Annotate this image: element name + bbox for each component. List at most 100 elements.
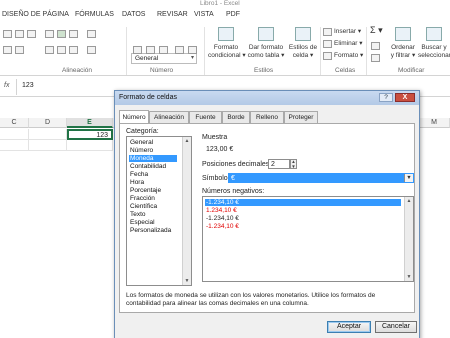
category-item[interactable]: Especial [129, 219, 177, 226]
negative-item[interactable]: -1.234,10 € [205, 215, 401, 222]
number-format-select[interactable]: General ▾ [131, 53, 197, 64]
sort-filter-button[interactable]: Ordenar y filtrar ▾ [388, 27, 418, 60]
insert-button[interactable]: Insertar ▾ [334, 28, 361, 36]
align-middle-icon[interactable] [15, 30, 24, 38]
close-button[interactable]: X [395, 93, 415, 102]
tab-fuente[interactable]: Fuente [189, 111, 222, 123]
category-item[interactable]: Fracción [129, 195, 177, 202]
dialog-titlebar[interactable]: Formato de celdas ? X [115, 91, 419, 105]
cell-e2[interactable] [67, 140, 113, 151]
dialog-title: Formato de celdas [119, 94, 177, 101]
category-item[interactable]: Hora [129, 179, 177, 186]
negative-numbers-list[interactable]: -1.234,10 € 1.234,10 € -1.234,10 € -1.23… [202, 196, 414, 282]
find-select-button[interactable]: Buscar y seleccionar [418, 27, 450, 60]
scroll-down-icon[interactable]: ▼ [183, 277, 191, 285]
negative-scrollbar[interactable]: ▲ ▼ [404, 197, 413, 281]
conditional-format-label-1: Formato [213, 44, 239, 51]
decrease-decimal-icon[interactable] [188, 46, 197, 54]
align-top-icon[interactable] [45, 30, 54, 38]
category-item[interactable]: Fecha [129, 171, 177, 178]
cell-c2[interactable] [0, 140, 29, 151]
formula-input[interactable]: 123 [22, 82, 34, 89]
category-item[interactable]: Porcentaje [129, 187, 177, 194]
column-header-c[interactable]: C [0, 118, 29, 128]
thousands-icon[interactable] [159, 46, 168, 54]
group-label-celdas: Celdas [335, 67, 356, 74]
accept-button[interactable]: Aceptar [327, 321, 371, 333]
cell-d1[interactable] [29, 129, 67, 140]
wrap-text-icon[interactable] [27, 30, 36, 38]
text-left-icon[interactable] [45, 46, 54, 54]
cell-d2[interactable] [29, 140, 67, 151]
category-item-selected[interactable]: Moneda [129, 155, 177, 162]
format-cells-dialog: Formato de celdas ? X Número Alineación … [114, 90, 420, 338]
category-item[interactable]: Científica [129, 203, 177, 210]
align-left-icon[interactable] [3, 30, 12, 38]
orientation-icon[interactable] [87, 30, 96, 38]
column-header-m[interactable]: M [424, 118, 444, 128]
increase-decimal-icon[interactable] [175, 46, 184, 54]
scroll-up-icon[interactable]: ▲ [183, 137, 191, 145]
cancel-button[interactable]: Cancelar [375, 321, 417, 333]
category-item[interactable]: Contabilidad [129, 163, 177, 170]
tab-diseno-pagina[interactable]: DISEÑO DE PÁGINA [2, 11, 69, 18]
tab-relleno[interactable]: Relleno [250, 111, 284, 123]
text-right-icon[interactable] [69, 46, 78, 54]
find-select-label-1: Buscar y [421, 44, 447, 51]
tab-pdf[interactable]: PDF [226, 11, 240, 18]
cell-c1[interactable] [0, 129, 29, 140]
tab-formulas[interactable]: FÓRMULAS [75, 11, 114, 18]
sort-filter-label-2: y filtrar ▾ [390, 52, 416, 59]
delete-button[interactable]: Eliminar ▾ [334, 40, 363, 48]
category-item[interactable]: Número [129, 147, 177, 154]
scroll-down-icon[interactable]: ▼ [405, 273, 413, 281]
conditional-format-button[interactable]: Formato condicional ▾ [208, 27, 246, 60]
currency-icon[interactable] [133, 46, 142, 54]
align-center-icon[interactable] [57, 30, 66, 38]
cell-styles-button[interactable]: Estilos de celda ▾ [288, 27, 318, 60]
format-button[interactable]: Formato ▾ [334, 52, 363, 60]
sort-icon [395, 27, 411, 41]
text-center-icon[interactable] [57, 46, 66, 54]
column-header-d[interactable]: D [29, 118, 67, 128]
format-as-table-label-1: Dar formato [248, 44, 284, 51]
align-bottom-icon[interactable] [69, 30, 78, 38]
tab-borde[interactable]: Borde [222, 111, 250, 123]
conditional-format-label-2: condicional ▾ [208, 52, 246, 59]
tab-revisar[interactable]: REVISAR [157, 11, 188, 18]
percent-icon[interactable] [146, 46, 155, 54]
decimal-places-label: Posiciones decimales: [202, 161, 272, 168]
cell-e1[interactable]: 123 [67, 129, 113, 140]
format-as-table-button[interactable]: Dar formato como tabla ▾ [247, 27, 285, 60]
negative-item[interactable]: -1.234,10 € [205, 223, 401, 230]
category-list[interactable]: General Número Moneda Contabilidad Fecha… [126, 136, 192, 286]
negative-item[interactable]: 1.234,10 € [205, 207, 401, 214]
category-scrollbar[interactable]: ▲ ▼ [182, 137, 191, 285]
merge-icon[interactable] [87, 46, 96, 54]
tab-alineacion[interactable]: Alineación [149, 111, 189, 123]
tab-datos[interactable]: DATOS [122, 11, 145, 18]
tab-proteger[interactable]: Proteger [284, 111, 318, 123]
chevron-down-icon[interactable]: ▼ [404, 174, 413, 182]
tab-numero[interactable]: Número [119, 110, 149, 123]
negative-item-selected[interactable]: -1.234,10 € [205, 199, 401, 206]
column-header-e[interactable]: E [67, 118, 113, 128]
decimal-places-input[interactable]: 2 [268, 159, 290, 169]
indent-decrease-icon[interactable] [3, 46, 12, 54]
indent-increase-icon[interactable] [15, 46, 24, 54]
sample-value: 123,00 € [206, 146, 234, 153]
autosum-button[interactable]: Σ ▾ [370, 26, 383, 35]
decimal-spinner[interactable]: ▲ ▼ [290, 159, 297, 169]
group-label-estilos: Estilos [254, 67, 274, 74]
category-item[interactable]: Texto [129, 211, 177, 218]
clear-icon[interactable] [371, 54, 380, 62]
tab-vista[interactable]: VISTA [194, 11, 214, 18]
category-item[interactable]: General [129, 139, 177, 146]
category-item[interactable]: Personalizada [129, 227, 177, 234]
symbol-select[interactable]: € ▼ [228, 173, 414, 183]
help-button[interactable]: ? [379, 93, 393, 102]
conditional-format-icon [218, 27, 234, 41]
fill-icon[interactable] [371, 42, 380, 50]
fx-icon[interactable]: fx [4, 82, 9, 89]
scroll-up-icon[interactable]: ▲ [405, 197, 413, 205]
